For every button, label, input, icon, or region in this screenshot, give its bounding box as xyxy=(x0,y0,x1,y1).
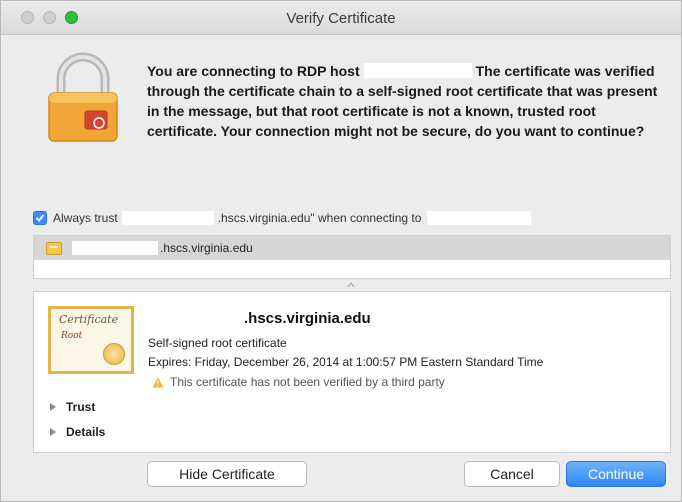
certificate-badge-icon: Certificate Root xyxy=(48,306,134,374)
certificate-expiry: Expires: Friday, December 26, 2014 at 1:… xyxy=(148,355,544,369)
certificate-chain-list: .hscs.virginia.edu xyxy=(33,235,671,279)
always-trust-prefix: Always trust xyxy=(53,211,118,225)
continue-button[interactable]: Continue xyxy=(566,461,666,487)
certificate-badge-title: Certificate xyxy=(59,313,119,326)
lock-icon xyxy=(48,52,118,142)
details-label: Details xyxy=(66,425,106,439)
message-part1: You are connecting to RDP host xyxy=(147,63,360,79)
redacted-cert-name xyxy=(72,241,158,255)
resize-handle-icon[interactable] xyxy=(347,282,355,288)
certificate-badge-sub: Root xyxy=(61,331,83,341)
redacted-host-2 xyxy=(427,211,532,225)
cancel-button[interactable]: Cancel xyxy=(464,461,560,487)
verify-certificate-dialog: Verify Certificate You are connecting to… xyxy=(0,0,682,502)
trust-label: Trust xyxy=(66,400,96,414)
certificate-host: .hscs.virginia.edu xyxy=(244,310,371,327)
certificate-warning: This certificate has not been verified b… xyxy=(152,375,445,389)
hide-certificate-button[interactable]: Hide Certificate xyxy=(147,461,307,487)
warning-message: You are connecting to RDP host The certif… xyxy=(147,61,667,141)
always-trust-middle: .hscs.virginia.edu" when connecting to xyxy=(217,211,422,225)
always-trust-row: Always trust .hscs.virginia.edu" when co… xyxy=(33,209,532,227)
checkmark-icon xyxy=(35,214,45,222)
warning-text: This certificate has not been verified b… xyxy=(170,375,445,389)
disclosure-triangle-icon xyxy=(50,403,56,411)
seal-icon xyxy=(103,343,125,365)
window-title: Verify Certificate xyxy=(286,10,396,27)
certificate-list-item[interactable]: .hscs.virginia.edu xyxy=(34,236,670,260)
redacted-host xyxy=(363,63,472,78)
trust-disclosure[interactable]: Trust xyxy=(50,400,95,414)
certificate-icon xyxy=(46,241,62,255)
certificate-list-item-label: .hscs.virginia.edu xyxy=(160,241,253,255)
disclosure-triangle-icon xyxy=(50,428,56,436)
certificate-detail-panel: Certificate Root .hscs.virginia.edu Self… xyxy=(33,291,671,453)
title-bar: Verify Certificate xyxy=(1,1,681,35)
redacted-name xyxy=(121,211,214,225)
certificate-type: Self-signed root certificate xyxy=(148,336,287,350)
warning-icon xyxy=(152,377,164,387)
always-trust-checkbox[interactable] xyxy=(33,211,47,225)
details-disclosure[interactable]: Details xyxy=(50,425,105,439)
